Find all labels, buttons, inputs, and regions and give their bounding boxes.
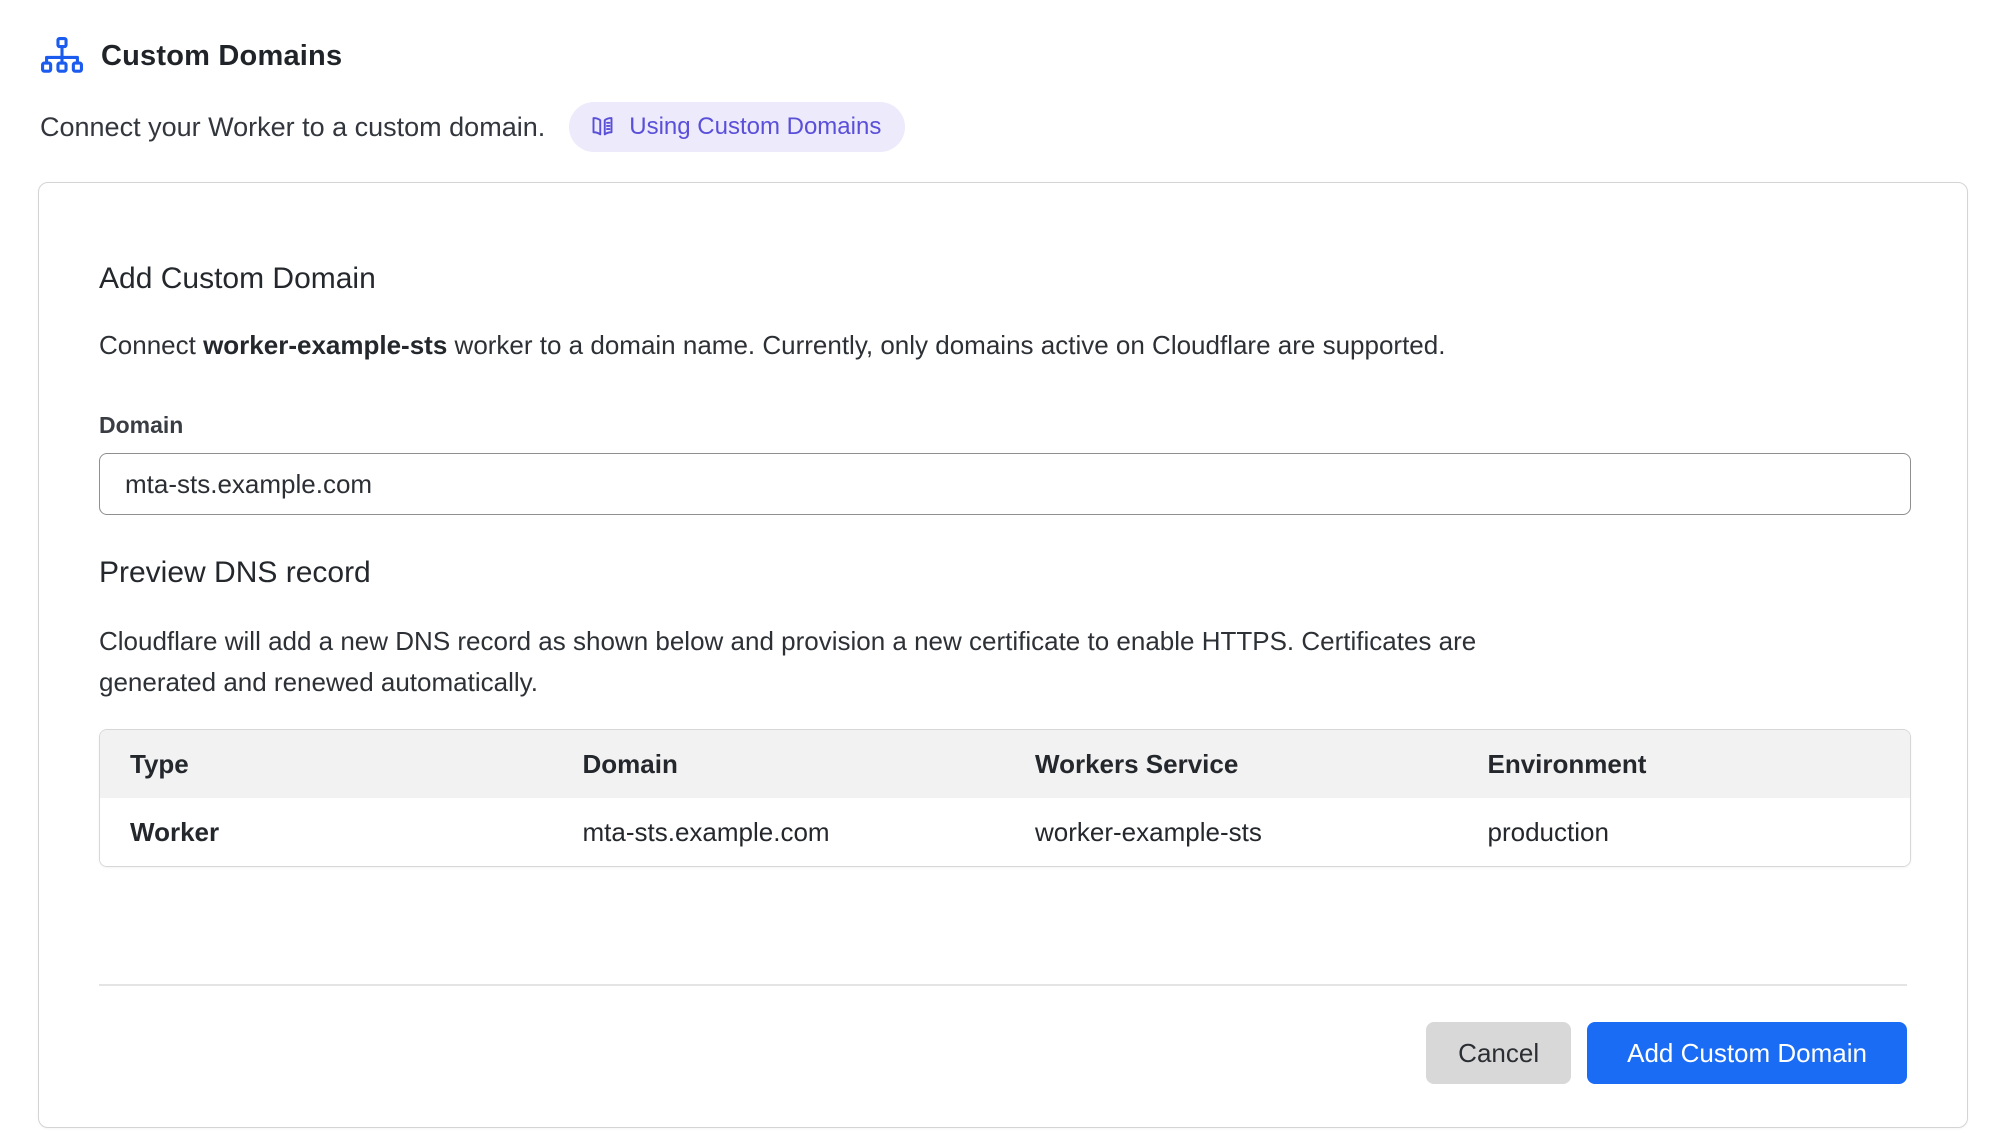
page-title: Custom Domains [101,40,342,73]
footer-divider [99,984,1907,986]
cancel-button[interactable]: Cancel [1426,1022,1571,1084]
domain-field-label: Domain [99,412,1907,439]
page-subtitle: Connect your Worker to a custom domain. [40,112,545,143]
column-header-type: Type [100,749,553,780]
cell-workers-service: worker-example-sts [1005,817,1458,848]
table-row: Worker mta-sts.example.com worker-exampl… [100,798,1910,866]
page-header: Custom Domains Connect your Worker to a … [0,0,1999,152]
cell-environment: production [1458,817,1911,848]
add-custom-domain-dialog: Add Custom Domain Connect worker-example… [38,182,1968,1128]
cell-type: Worker [100,817,553,848]
description-prefix: Connect [99,330,203,360]
preview-description-line: Cloudflare will add a new DNS record as … [99,621,1907,662]
column-header-domain: Domain [553,749,1006,780]
title-row: Custom Domains [40,36,1999,77]
docs-badge-link[interactable]: Using Custom Domains [569,102,905,152]
dialog-actions: Cancel Add Custom Domain [99,1022,1907,1084]
sitemap-icon [40,36,84,77]
column-header-workers-service: Workers Service [1005,749,1458,780]
preview-description-line: generated and renewed automatically. [99,662,1907,703]
preview-dns-heading: Preview DNS record [99,555,1907,590]
table-header-row: Type Domain Workers Service Environment [100,730,1910,798]
domain-input[interactable] [99,453,1911,515]
docs-badge-label: Using Custom Domains [629,115,881,139]
add-custom-domain-button[interactable]: Add Custom Domain [1587,1022,1907,1084]
worker-name: worker-example-sts [203,330,447,360]
cell-domain: mta-sts.example.com [553,817,1006,848]
dns-preview-table: Type Domain Workers Service Environment … [99,729,1911,867]
book-icon [589,113,616,140]
dialog-heading: Add Custom Domain [99,183,1907,296]
description-suffix: worker to a domain name. Currently, only… [447,330,1445,360]
subtitle-row: Connect your Worker to a custom domain. … [40,102,1999,152]
column-header-environment: Environment [1458,749,1911,780]
dialog-description: Connect worker-example-sts worker to a d… [99,330,1907,360]
preview-dns-description: Cloudflare will add a new DNS record as … [99,621,1907,703]
